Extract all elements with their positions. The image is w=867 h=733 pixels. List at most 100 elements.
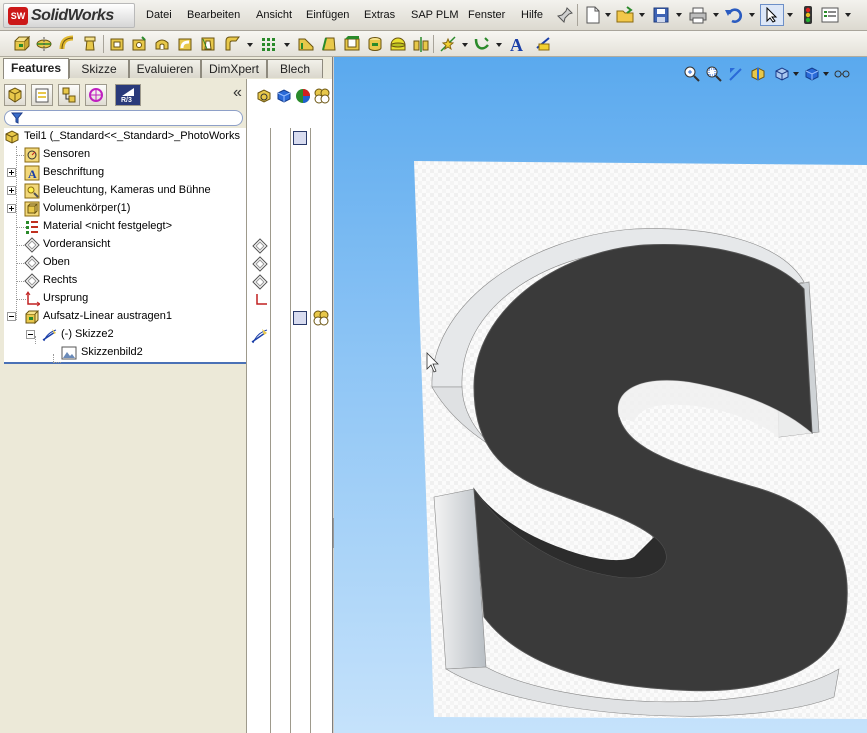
tree-item-right-plane[interactable]: Rechts <box>4 272 246 290</box>
print-dropdown-arrow[interactable] <box>713 13 719 17</box>
sketch-picture-icon <box>61 346 77 360</box>
select-dropdown-arrow[interactable] <box>787 13 793 17</box>
undo-dropdown-arrow[interactable] <box>749 13 755 17</box>
tree-item-label: Ursprung <box>43 292 89 304</box>
feature-manager-icon <box>8 87 22 103</box>
options-dropdown-arrow[interactable] <box>845 13 851 17</box>
graphics-viewport[interactable] <box>334 57 867 733</box>
select-button[interactable] <box>760 4 784 26</box>
tree-item-annotations[interactable]: A Beschriftung <box>4 164 246 182</box>
origin-display-icon[interactable] <box>251 291 269 309</box>
sketch-display-icon[interactable] <box>251 327 269 345</box>
filter-input[interactable] <box>4 110 243 126</box>
reference-geometry-dropdown-arrow[interactable] <box>462 43 468 47</box>
menu-hilfe[interactable]: Hilfe <box>521 9 543 21</box>
hide-show-icon[interactable] <box>255 87 273 105</box>
tree-item-lights[interactable]: Beleuchtung, Kameras und Bühne <box>4 182 246 200</box>
dimxpert-manager-tab[interactable] <box>85 84 107 106</box>
collapse-panel-button[interactable]: « <box>233 84 242 102</box>
menu-sap-plm[interactable]: SAP PLM <box>411 9 459 21</box>
print-icon[interactable] <box>688 5 708 25</box>
swept-cut-icon[interactable] <box>176 35 194 53</box>
plane-display-icon[interactable] <box>251 255 269 273</box>
collapse-toggle[interactable] <box>7 312 16 321</box>
reference-geometry-icon[interactable] <box>439 35 457 53</box>
display-manager-tab[interactable]: R/3 <box>115 84 141 106</box>
options-icon[interactable] <box>820 5 840 25</box>
cursor-arrow-icon <box>766 7 778 23</box>
tree-item-solid-bodies[interactable]: Volumenkörper(1) <box>4 200 246 218</box>
solidworks-logo[interactable]: SW SolidWorks <box>3 3 135 28</box>
instant3d-text-icon[interactable]: A <box>508 35 526 53</box>
open-folder-icon[interactable] <box>615 5 635 25</box>
display-mode-icon[interactable] <box>275 87 293 105</box>
curves-icon[interactable] <box>473 35 491 53</box>
new-document-icon[interactable] <box>583 5 603 25</box>
fillet-icon[interactable] <box>224 35 242 53</box>
tab-skizze[interactable]: Skizze <box>69 59 129 78</box>
revolve-cut-icon[interactable] <box>153 35 171 53</box>
pattern-dropdown-arrow[interactable] <box>284 43 290 47</box>
hole-wizard-icon[interactable] <box>130 35 148 53</box>
property-manager-tab[interactable] <box>31 84 53 106</box>
tree-item-sketch-picture[interactable]: Skizzenbild2 <box>4 344 246 362</box>
menu-ansicht[interactable]: Ansicht <box>256 9 292 21</box>
fillet-dropdown-arrow[interactable] <box>247 43 253 47</box>
tree-item-sketch[interactable]: (-) Skizze2 <box>4 326 246 344</box>
lofted-cut-icon[interactable] <box>199 35 217 53</box>
model-graphics[interactable] <box>334 57 867 733</box>
part-color-swatch[interactable] <box>293 131 307 145</box>
menu-einfuegen[interactable]: Einfügen <box>306 9 349 21</box>
tab-blech[interactable]: Blech <box>267 59 323 78</box>
expand-toggle[interactable] <box>7 204 16 213</box>
pin-icon[interactable] <box>555 5 575 25</box>
expand-toggle[interactable] <box>7 168 16 177</box>
plane-display-icon[interactable] <box>251 237 269 255</box>
new-dropdown-arrow[interactable] <box>605 13 611 17</box>
rebuild-icon[interactable] <box>798 5 818 25</box>
transparency-icon[interactable] <box>313 87 331 105</box>
plane-display-icon[interactable] <box>251 273 269 291</box>
tree-item-material[interactable]: Material <nicht festgelegt> <box>4 218 246 236</box>
expand-toggle[interactable] <box>7 186 16 195</box>
tree-item-top-plane[interactable]: Oben <box>4 254 246 272</box>
menu-datei[interactable]: Datei <box>146 9 172 21</box>
menu-extras[interactable]: Extras <box>364 9 395 21</box>
undo-icon[interactable] <box>724 5 744 25</box>
tree-item-extrude[interactable]: Aufsatz-Linear austragen1 <box>4 308 246 326</box>
tab-dimxpert[interactable]: DimXpert <box>201 59 267 78</box>
tree-item-part[interactable]: Teil1 (_Standard<<_Standard>_PhotoWorks <box>4 128 246 146</box>
tab-evaluieren[interactable]: Evaluieren <box>129 59 201 78</box>
open-dropdown-arrow[interactable] <box>639 13 645 17</box>
mirror-icon[interactable] <box>412 35 430 53</box>
save-dropdown-arrow[interactable] <box>676 13 682 17</box>
collapse-toggle[interactable] <box>26 330 35 339</box>
tree-item-front-plane[interactable]: Vorderansicht <box>4 236 246 254</box>
dome-icon[interactable] <box>389 35 407 53</box>
draft-icon[interactable] <box>320 35 338 53</box>
extrude-color-swatch[interactable] <box>293 311 307 325</box>
revolve-boss-icon[interactable] <box>35 35 53 53</box>
configuration-manager-tab[interactable] <box>58 84 80 106</box>
rib-icon[interactable] <box>297 35 315 53</box>
extrude-boss-icon[interactable] <box>12 35 30 53</box>
tree-item-origin[interactable]: Ursprung <box>4 290 246 308</box>
wrap-icon[interactable] <box>366 35 384 53</box>
menu-fenster[interactable]: Fenster <box>468 9 505 21</box>
tab-features[interactable]: Features <box>3 58 69 79</box>
curves-dropdown-arrow[interactable] <box>496 43 502 47</box>
extrude-cut-icon[interactable] <box>108 35 126 53</box>
instant3d-icon[interactable] <box>535 35 553 53</box>
tree-item-sensors[interactable]: Sensoren <box>4 146 246 164</box>
sweep-boss-icon[interactable] <box>58 35 76 53</box>
menu-bearbeiten[interactable]: Bearbeiten <box>187 9 240 21</box>
appearance-icon[interactable] <box>294 87 312 105</box>
feature-manager-tab[interactable] <box>4 84 26 106</box>
save-icon[interactable] <box>651 5 671 25</box>
extrude-transparency-icon[interactable] <box>312 309 330 327</box>
solid-bodies-icon <box>24 201 40 217</box>
linear-pattern-icon[interactable] <box>260 35 278 53</box>
loft-boss-icon[interactable] <box>81 35 99 53</box>
shell-icon[interactable] <box>343 35 361 53</box>
brand-prefix: Solid <box>31 7 68 24</box>
